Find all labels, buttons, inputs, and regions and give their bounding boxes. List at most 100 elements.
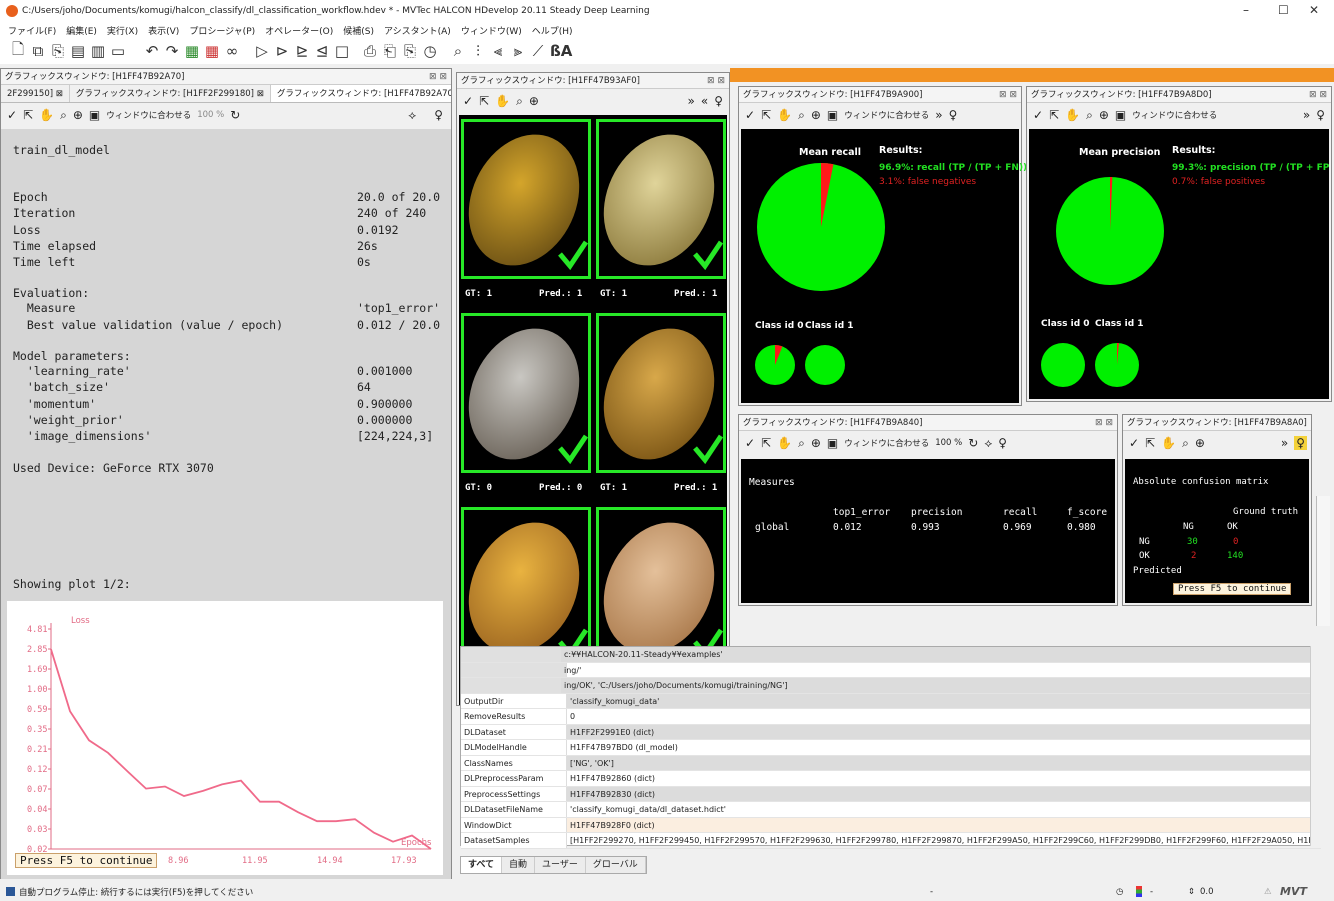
right-scrollbar[interactable] — [1316, 496, 1330, 626]
variables-tab[interactable]: 自動 — [502, 857, 536, 873]
timer-icon[interactable]: ◷ — [422, 42, 438, 60]
layers-icon[interactable]: ⟡ — [984, 436, 992, 451]
color-icon[interactable]: ↻ — [968, 436, 978, 450]
font-icon[interactable]: ßA — [550, 42, 572, 60]
magnifier-icon[interactable]: ⌕ — [1086, 108, 1093, 123]
color-icon[interactable]: ↻ — [230, 108, 240, 122]
undo-icon[interactable]: ↶ — [144, 42, 160, 60]
brush-icon[interactable]: ✓ — [463, 94, 473, 108]
menu-item-7[interactable]: アシスタント(A) — [384, 24, 451, 37]
pointer-icon[interactable]: ⇱ — [1049, 108, 1059, 122]
menu-item-1[interactable]: 編集(E) — [66, 24, 97, 37]
variable-row[interactable]: PreprocessSettings H1FF47B92830 (dict) — [461, 786, 1321, 802]
zoom-in-icon[interactable]: ⊕ — [1099, 108, 1109, 122]
fit-window-icon[interactable]: ▣ — [827, 108, 838, 122]
zoom-dropdown[interactable]: 100 % — [197, 110, 224, 120]
press-f5-left[interactable]: Press F5 to continue — [15, 853, 158, 868]
hand-icon[interactable]: ✋ — [495, 94, 510, 108]
measures-window-buttons[interactable]: ⊠ ⊠ — [1095, 415, 1113, 430]
image-tile[interactable] — [596, 313, 726, 473]
variable-row[interactable]: OutputDir'classify_komugi_data' — [461, 693, 1321, 709]
window-icon[interactable]: ▭ — [110, 42, 126, 60]
redo-icon[interactable]: ↷ — [164, 42, 180, 60]
hand-icon[interactable]: ✋ — [777, 108, 792, 122]
lightbulb-icon[interactable]: ♀ — [714, 94, 723, 108]
recall-window-buttons[interactable]: ⊠ ⊠ — [999, 87, 1017, 102]
variables-tab[interactable]: すべて — [461, 857, 503, 873]
profile-icon[interactable]: ⫸ — [510, 42, 526, 60]
fit-window-icon[interactable]: ▣ — [1115, 108, 1126, 122]
histogram-icon[interactable]: ⫶ — [470, 42, 486, 60]
open-icon[interactable]: ⎘ — [50, 42, 66, 60]
breakpoint-icon[interactable]: ▦ — [204, 42, 220, 60]
fit-window-icon[interactable]: ▣ — [89, 108, 100, 122]
fit-window-label[interactable]: ウィンドウに合わせる — [106, 109, 191, 121]
pointer-icon[interactable]: ⇱ — [479, 94, 489, 108]
variable-row[interactable]: DLPreprocessParam H1FF47B92860 (dict) — [461, 771, 1321, 787]
run-icon[interactable]: ▷ — [254, 42, 270, 60]
variable-row-partial[interactable]: c:¥¥HALCON-20.11-Steady¥¥examples' — [461, 647, 1321, 663]
tab-1[interactable]: 2F299150] ⊠ — [1, 85, 70, 102]
zoom-in-icon[interactable]: ⊕ — [1195, 436, 1205, 450]
magnifier-icon[interactable]: ⌕ — [798, 436, 805, 451]
lightbulb-icon[interactable]: ♀ — [998, 436, 1007, 450]
menu-item-5[interactable]: オペレーター(O) — [265, 24, 333, 37]
save-all-icon[interactable]: ▥ — [90, 42, 106, 60]
layers-icon[interactable]: ⟡ — [408, 108, 416, 123]
menu-item-6[interactable]: 候補(S) — [343, 24, 374, 37]
collapse-icon[interactable]: « — [701, 94, 708, 108]
zoom-in-icon[interactable]: ⊕ — [811, 436, 821, 450]
pointer-icon[interactable]: ⇱ — [761, 108, 771, 122]
fit-window-icon[interactable]: ▣ — [827, 436, 838, 450]
variable-row-partial[interactable]: ing/' — [461, 662, 1321, 678]
menu-item-4[interactable]: プロシージャ(P) — [189, 24, 255, 37]
step-icon[interactable]: ⊳ — [274, 42, 290, 60]
variables-tab[interactable]: ユーザー — [535, 857, 586, 873]
lightbulb-icon[interactable]: ♀ — [1316, 108, 1325, 122]
magnifier-icon[interactable]: ⌕ — [1182, 436, 1189, 451]
image-tile[interactable] — [461, 507, 591, 667]
paste-icon[interactable]: ⎘ — [402, 42, 418, 60]
variables-scrollbar[interactable] — [1310, 646, 1322, 846]
pointer-icon[interactable]: ⇱ — [761, 436, 771, 450]
stop-icon[interactable]: □ — [334, 42, 350, 60]
menu-item-0[interactable]: ファイル(F) — [8, 24, 56, 37]
variable-row[interactable]: ClassNames ['NG', 'OK'] — [461, 755, 1321, 771]
fit-window-label[interactable]: ウィンドウに合わせる — [844, 109, 929, 121]
image-tile[interactable] — [461, 313, 591, 473]
new-window-icon[interactable]: ⧉ — [30, 42, 46, 60]
menu-item-2[interactable]: 実行(X) — [107, 24, 138, 37]
zoom-in-icon[interactable]: ⊕ — [529, 94, 539, 108]
save-icon[interactable]: ▤ — [70, 42, 86, 60]
lightbulb-icon[interactable]: ♀ — [434, 108, 443, 122]
magnifier-icon[interactable]: ⌕ — [798, 108, 805, 123]
press-f5-confusion[interactable]: Press F5 to continue — [1173, 583, 1292, 595]
zoom-dropdown[interactable]: 100 % — [935, 438, 962, 448]
hand-icon[interactable]: ✋ — [1161, 436, 1176, 450]
zoom-icon[interactable]: ⌕ — [450, 42, 466, 60]
image-tile[interactable] — [461, 119, 591, 279]
toggle-icon[interactable]: ⎙ — [362, 42, 378, 60]
new-file-icon[interactable]: 🗋 — [10, 39, 26, 64]
hand-icon[interactable]: ✋ — [777, 436, 792, 450]
brush-icon[interactable]: ✓ — [7, 108, 17, 122]
image-window-buttons[interactable]: ⊠ ⊠ — [707, 73, 725, 88]
precision-window-buttons[interactable]: ⊠ ⊠ — [1309, 87, 1327, 102]
menu-item-9[interactable]: ヘルプ(H) — [532, 24, 573, 37]
minimize-button[interactable]: – — [1243, 3, 1249, 17]
brush-icon[interactable]: ✓ — [1033, 108, 1043, 122]
brush-icon[interactable]: ✓ — [745, 436, 755, 450]
expand-icon[interactable]: » — [935, 108, 942, 122]
expand-icon[interactable]: » — [1281, 436, 1288, 450]
window-buttons[interactable]: ⊠ ⊠ — [429, 69, 447, 84]
pointer-icon[interactable]: ⇱ — [23, 108, 33, 122]
chart-icon[interactable]: ⫷ — [490, 42, 506, 60]
tab-3[interactable]: グラフィックスウィンドウ: [H1FF47B92A70] ⊠ — [270, 85, 451, 102]
menu-item-3[interactable]: 表示(V) — [148, 24, 179, 37]
image-tile[interactable] — [596, 507, 726, 667]
variable-row[interactable]: DatasetSamples [H1FF2F299270, H1FF2F29945… — [461, 833, 1321, 849]
magnifier-icon[interactable]: ⌕ — [60, 108, 67, 123]
step-over-icon[interactable]: ⊵ — [294, 42, 310, 60]
copy-icon[interactable]: ⎗ — [382, 42, 398, 60]
variable-row[interactable]: WindowDict H1FF47B928F0 (dict) — [461, 817, 1321, 833]
